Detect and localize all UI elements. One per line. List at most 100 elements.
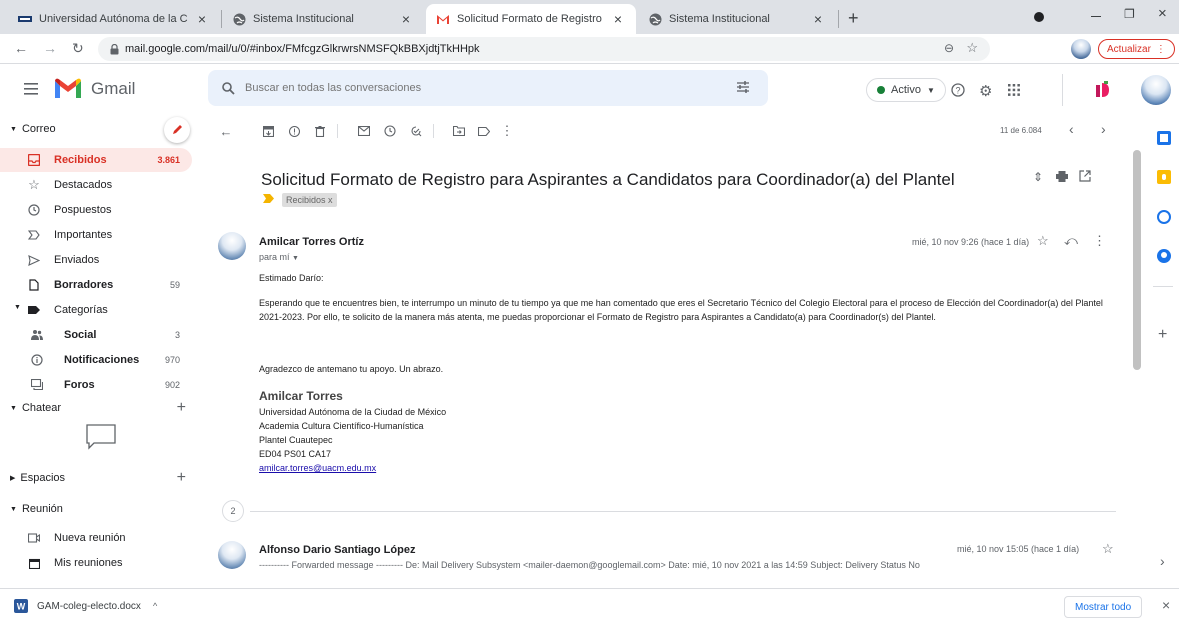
- archive-icon[interactable]: [261, 124, 275, 138]
- sidebar-item-drafts[interactable]: Borradores 59: [0, 273, 192, 297]
- scrollbar[interactable]: [1133, 150, 1141, 370]
- sender-name[interactable]: Alfonso Dario Santiago López: [259, 544, 415, 556]
- star-icon[interactable]: ☆: [1102, 541, 1114, 557]
- sidebar-item-new-meeting[interactable]: Nueva reunión: [0, 526, 192, 550]
- inbox-label-chip[interactable]: Recibidos x: [282, 193, 337, 207]
- collapsed-messages-count[interactable]: 2: [222, 500, 244, 522]
- add-task-icon[interactable]: [409, 124, 423, 138]
- more-vert-icon: ⋮: [1155, 43, 1166, 55]
- sidebar-item-my-meetings[interactable]: Mis reuniones: [0, 551, 192, 575]
- tasks-app-icon[interactable]: [1157, 210, 1171, 224]
- omnibox[interactable]: mail.google.com/mail/u/0/#inbox/FMfcgzGl…: [98, 37, 990, 61]
- zoom-icon[interactable]: ⊖: [944, 41, 954, 55]
- mark-unread-icon[interactable]: [357, 124, 371, 138]
- status-selector[interactable]: Activo ▼: [866, 78, 946, 102]
- url-text: mail.google.com/mail/u/0/#inbox/FMfcgzGl…: [125, 43, 480, 55]
- sidebar-item-social[interactable]: Social 3: [0, 323, 192, 347]
- important-marker-icon[interactable]: [263, 194, 274, 203]
- message-closing: Agradezco de antemano tu apoyo. Un abraz…: [259, 364, 444, 374]
- close-tab-icon[interactable]: ×: [398, 11, 414, 27]
- more-vert-icon[interactable]: ⋮: [500, 123, 514, 138]
- close-tab-icon[interactable]: ×: [810, 11, 826, 27]
- sidebar-item-notifications[interactable]: Notificaciones 970: [0, 348, 192, 372]
- reload-icon[interactable]: ↻: [72, 40, 84, 57]
- search-options-icon[interactable]: [736, 80, 750, 94]
- gmail-header: Gmail Activo ▼ ? ⚙: [0, 64, 1179, 116]
- browser-profile-icon[interactable]: [1034, 12, 1044, 22]
- search-input[interactable]: [245, 82, 695, 94]
- help-icon[interactable]: ?: [951, 83, 965, 97]
- sender-avatar[interactable]: [218, 541, 246, 569]
- browser-tab-gmail-active[interactable]: Solicitud Formato de Registro pa ×: [426, 4, 636, 34]
- browser-tab-sistema-1[interactable]: Sistema Institucional ×: [222, 4, 424, 34]
- search-icon[interactable]: [222, 81, 235, 95]
- delete-icon[interactable]: [313, 124, 327, 138]
- organization-logo[interactable]: [1090, 77, 1116, 103]
- profile-avatar[interactable]: [1071, 39, 1091, 59]
- keep-app-icon[interactable]: [1157, 170, 1171, 184]
- info-icon: [30, 353, 44, 367]
- open-new-window-icon[interactable]: [1079, 170, 1091, 182]
- sidebar-item-categories[interactable]: ▼ Categorías: [0, 298, 192, 322]
- sidebar-item-starred[interactable]: ☆ Destacados: [0, 173, 192, 197]
- sender-name[interactable]: Amilcar Torres Ortíz: [259, 236, 364, 248]
- calendar-app-icon[interactable]: [1157, 131, 1171, 145]
- close-tab-icon[interactable]: ×: [194, 11, 210, 27]
- chevron-right-icon[interactable]: ›: [1160, 553, 1165, 569]
- update-button[interactable]: Actualizar ⋮: [1098, 39, 1175, 59]
- close-window-icon[interactable]: ×: [1158, 5, 1167, 22]
- add-space-icon[interactable]: +: [177, 469, 186, 487]
- signature-email-link[interactable]: amilcar.torres@uacm.edu.mx: [259, 463, 376, 473]
- newer-chevron-icon[interactable]: ‹: [1069, 121, 1074, 137]
- reply-icon[interactable]: ⤺: [1064, 233, 1078, 249]
- back-to-inbox-icon[interactable]: ←: [219, 124, 233, 139]
- minimize-icon[interactable]: [1091, 16, 1101, 17]
- globe-icon: [232, 12, 246, 26]
- add-chat-icon[interactable]: +: [177, 399, 186, 417]
- back-arrow-icon[interactable]: ←: [14, 40, 28, 56]
- labels-icon[interactable]: [477, 124, 491, 138]
- chat-bubble-icon: [86, 424, 116, 450]
- signature-line: ED04 PS01 CA17: [259, 449, 332, 459]
- restore-icon[interactable]: ❐: [1124, 7, 1135, 21]
- new-tab-button[interactable]: +: [848, 8, 859, 29]
- section-spaces[interactable]: ▶ Espacios +: [0, 467, 200, 489]
- recipient-line[interactable]: para mí ▼: [259, 252, 299, 262]
- report-spam-icon[interactable]: [287, 124, 301, 138]
- add-app-icon[interactable]: +: [1158, 326, 1167, 344]
- account-avatar[interactable]: [1141, 75, 1171, 105]
- gear-icon[interactable]: ⚙: [979, 82, 992, 100]
- contacts-app-icon[interactable]: [1157, 249, 1171, 263]
- close-tab-icon[interactable]: ×: [610, 11, 626, 27]
- status-dot-icon: [877, 86, 885, 94]
- sidebar-item-snoozed[interactable]: Pospuestos: [0, 198, 192, 222]
- download-item[interactable]: W GAM-coleg-electo.docx ^: [14, 599, 157, 613]
- bookmark-star-icon[interactable]: ☆: [966, 40, 978, 56]
- sender-avatar[interactable]: [218, 232, 246, 260]
- browser-tab-uacm[interactable]: Universidad Autónoma de la Ciu ×: [8, 4, 220, 34]
- star-icon[interactable]: ☆: [1037, 233, 1049, 249]
- search-bar[interactable]: [208, 70, 768, 106]
- more-vert-icon[interactable]: ⋮: [1093, 233, 1106, 249]
- section-chat[interactable]: ▼ Chatear +: [0, 397, 200, 419]
- compose-button[interactable]: [164, 117, 190, 143]
- older-chevron-icon[interactable]: ›: [1101, 121, 1106, 137]
- sidebar-item-important[interactable]: Importantes: [0, 223, 192, 247]
- browser-tab-sistema-2[interactable]: Sistema Institucional ×: [638, 4, 836, 34]
- forward-arrow-icon[interactable]: →: [43, 40, 57, 56]
- show-all-downloads-button[interactable]: Mostrar todo: [1064, 596, 1143, 618]
- section-meet[interactable]: ▼ Reunión: [0, 498, 200, 520]
- close-download-bar-icon[interactable]: ×: [1162, 597, 1170, 613]
- sidebar-item-sent[interactable]: Enviados: [0, 248, 192, 272]
- snooze-icon[interactable]: [383, 124, 397, 138]
- move-to-icon[interactable]: [452, 124, 466, 138]
- main-menu-icon[interactable]: [24, 83, 38, 95]
- message-snippet[interactable]: ---------- Forwarded message --------- D…: [259, 560, 1109, 570]
- sidebar-item-inbox[interactable]: Recibidos 3.861: [0, 148, 192, 172]
- print-icon[interactable]: [1056, 171, 1068, 182]
- apps-grid-icon[interactable]: [1008, 84, 1020, 96]
- expand-all-icon[interactable]: ⇕: [1033, 170, 1043, 184]
- sidebar-item-forums[interactable]: Foros 902: [0, 373, 192, 397]
- gmail-logo[interactable]: Gmail: [53, 77, 135, 100]
- chevron-up-icon[interactable]: ^: [153, 601, 157, 611]
